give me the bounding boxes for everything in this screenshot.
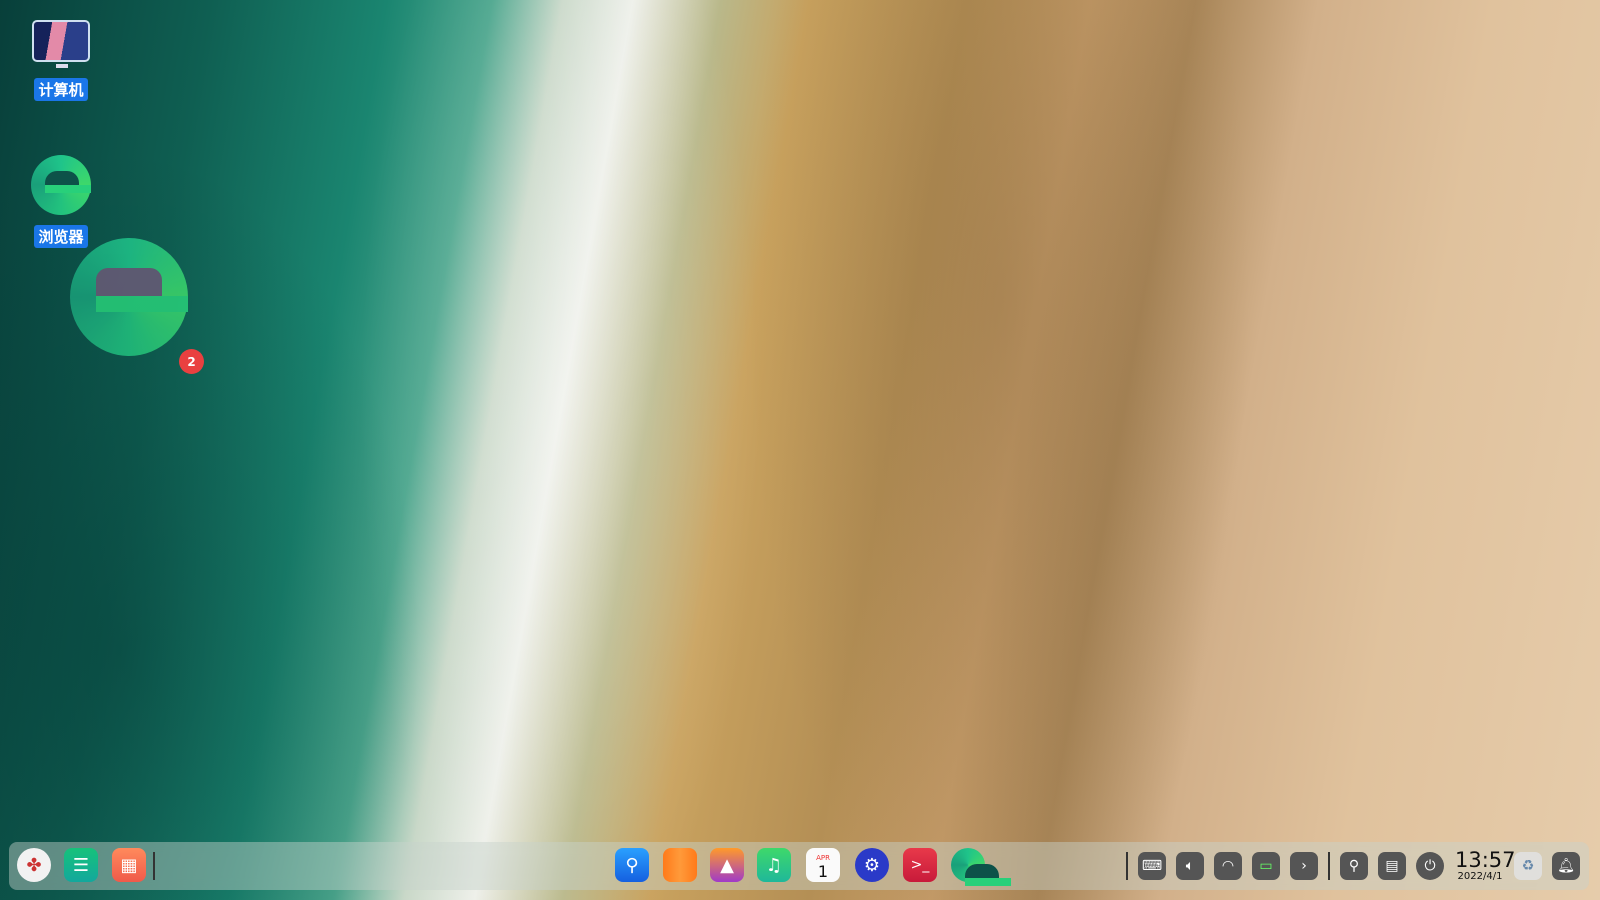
music-icon[interactable]: ♫ [757,848,791,882]
notification-bell-icon[interactable]: 🔔︎ [1552,852,1580,880]
keyboard-icon[interactable]: ⌨ [1138,852,1166,880]
multitask-view-icon[interactable]: ☰ [64,848,98,882]
file-manager-icon[interactable]: ⚲ [615,848,649,882]
desktop-icon-label: 计算机 [34,78,88,101]
browser-icon [70,238,188,356]
browser-icon [31,155,91,215]
app-grid-icon[interactable]: ▦ [112,848,146,882]
trash-icon[interactable]: ♻ [1514,852,1542,880]
search-icon[interactable]: ⚲ [1340,852,1368,880]
tray-separator [1328,852,1330,880]
dock-separator [1126,852,1128,880]
desktop-icon-browser[interactable]: 浏览器 [21,155,101,248]
browser-icon[interactable] [951,848,1011,886]
drag-ghost [65,238,195,358]
clock-date: 2022/4/1 [1457,871,1503,882]
power-icon[interactable]: ⏻ [1416,852,1444,880]
desktop-icon-computer[interactable]: 计算机 [21,20,101,101]
wallpaper [0,0,1600,900]
drag-count-badge: 2 [179,349,204,374]
calendar-icon[interactable]: APR 1 [806,848,840,882]
image-viewer-icon[interactable]: ▲ [710,848,744,882]
clock[interactable]: 13:57 2022/4/1 [1455,848,1516,882]
clock-time: 13:57 [1455,848,1516,872]
launcher-icon[interactable]: ✤ [17,848,51,882]
terminal-icon[interactable]: >_ [903,848,937,882]
wifi-icon[interactable]: ◠ [1214,852,1242,880]
battery-icon[interactable]: ▭ [1252,852,1280,880]
app-store-icon[interactable] [663,848,697,882]
computer-icon [32,20,90,68]
calendar-day: 1 [817,862,829,881]
volume-icon[interactable]: 🔈︎ [1176,852,1204,880]
onscreen-keyboard-icon[interactable]: ▤ [1378,852,1406,880]
control-center-icon[interactable]: ⚙ [855,848,889,882]
expand-arrow-icon[interactable]: › [1290,852,1318,880]
dock-separator [153,852,155,880]
